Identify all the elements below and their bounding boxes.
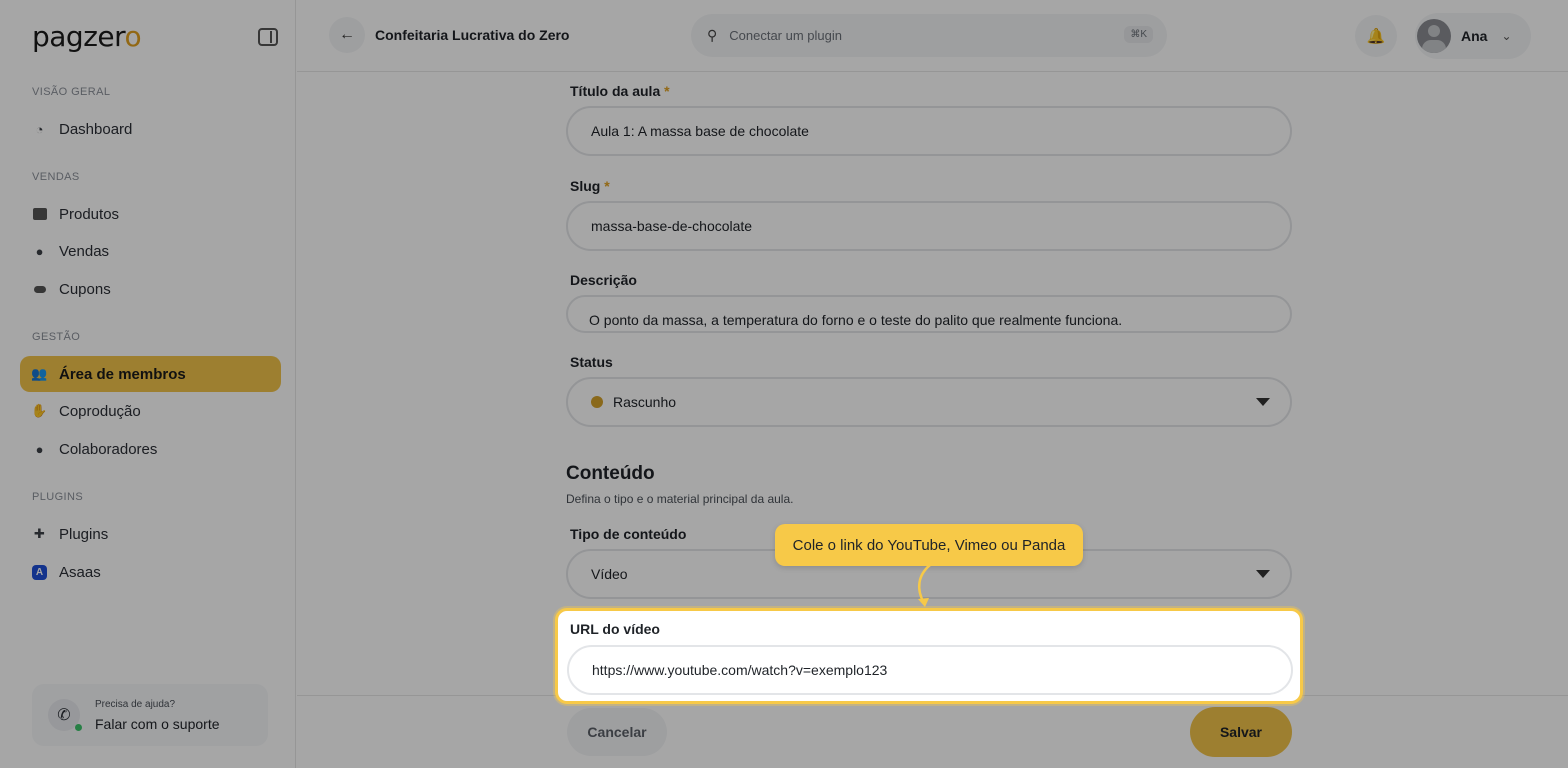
onboarding-tooltip: Cole o link do YouTube, Vimeo ou Panda xyxy=(775,524,1083,566)
video-url-label: URL do vídeo xyxy=(570,621,660,637)
video-url-value: https://www.youtube.com/watch?v=exemplo1… xyxy=(592,662,888,678)
video-url-input[interactable]: https://www.youtube.com/watch?v=exemplo1… xyxy=(567,645,1293,695)
video-url-spotlight: URL do vídeo https://www.youtube.com/wat… xyxy=(555,608,1303,704)
tooltip-pointer-arrow xyxy=(917,563,932,607)
